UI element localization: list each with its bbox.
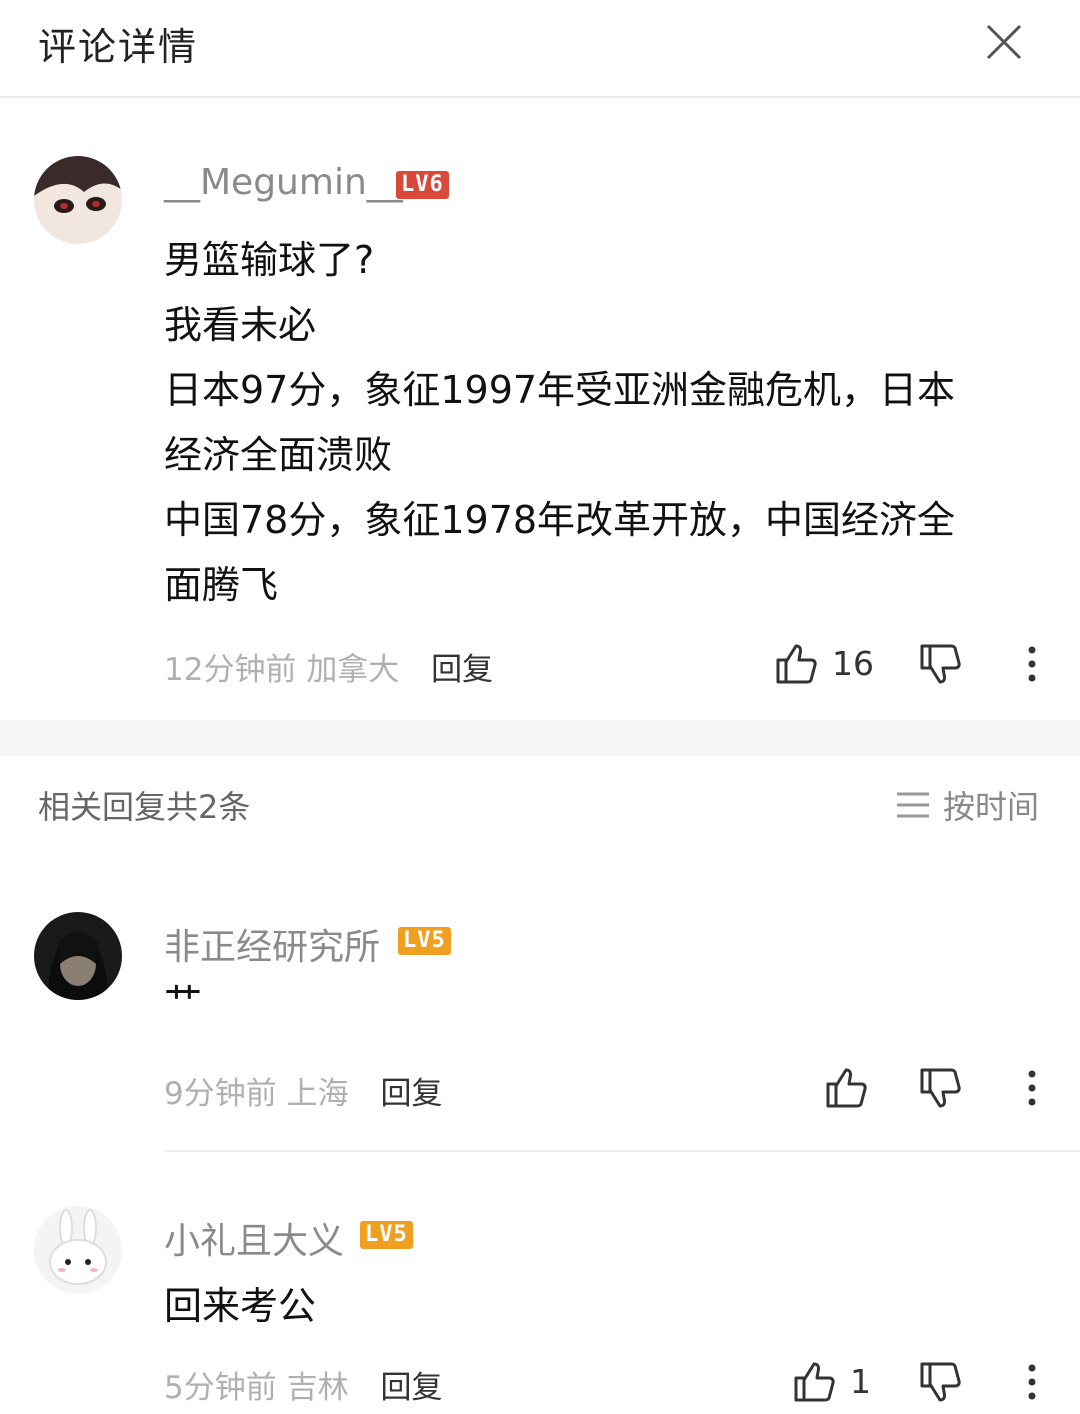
thumbs-up-icon (826, 1068, 867, 1108)
like-count: 1 (850, 1362, 871, 1401)
reply-meta: 9分钟前 上海 回复 (164, 1068, 442, 1113)
more-vertical-icon (1028, 1364, 1036, 1400)
reply-button[interactable]: 回复 (380, 1370, 442, 1406)
reply-body: 艹 (164, 980, 203, 1024)
more-button[interactable] (1008, 1064, 1056, 1112)
section-divider (0, 720, 1080, 756)
dislike-button[interactable] (916, 1358, 964, 1406)
comment-line: 日本97分，象征1997年受亚洲金融危机，日本 (164, 368, 956, 412)
comment-line: 男篮输球了? (164, 238, 375, 282)
thumbs-down-icon (920, 644, 961, 684)
sort-label: 按时间 (943, 788, 1040, 826)
more-vertical-icon (1028, 646, 1036, 682)
sort-toggle[interactable]: 按时间 (895, 782, 1039, 828)
close-button[interactable] (980, 18, 1028, 66)
avatar[interactable] (34, 912, 122, 1000)
thumbs-up-icon (776, 644, 817, 684)
close-icon (986, 24, 1022, 60)
reply-button[interactable]: 回复 (431, 652, 493, 688)
reply-time: 5分钟前 (164, 1370, 277, 1406)
more-vertical-icon (1028, 1070, 1036, 1106)
comment-line: 我看未必 (164, 303, 317, 347)
like-button[interactable] (790, 1358, 838, 1406)
more-button[interactable] (1008, 640, 1056, 688)
thumbs-down-icon (920, 1362, 961, 1402)
like-count: 16 (832, 644, 874, 683)
replies-count-title: 相关回复共2条 (38, 788, 251, 826)
reply-body: 回来考公 (164, 1284, 317, 1328)
dislike-button[interactable] (916, 640, 964, 688)
reply-time: 9分钟前 (164, 1076, 277, 1112)
comment-line: 中国78分，象征1978年改革开放，中国经济全 (164, 498, 956, 542)
level-badge: LV5 (398, 927, 451, 955)
comment-line: 经济全面溃败 (164, 433, 393, 477)
level-badge: LV5 (360, 1221, 413, 1249)
sort-lines-icon (895, 790, 931, 828)
avatar[interactable] (34, 156, 122, 244)
header: 评论详情 (0, 0, 1080, 98)
comment-line: 面腾飞 (164, 563, 279, 607)
reply-username[interactable]: 非正经研究所 (164, 918, 380, 970)
comment-body: 男篮输球了? 我看未必 日本97分，象征1997年受亚洲金融危机，日本 经济全面… (164, 228, 955, 618)
reply-divider (164, 1150, 1080, 1152)
reply-location: 上海 (286, 1076, 349, 1112)
reply-button[interactable]: 回复 (380, 1076, 442, 1112)
comment-username[interactable]: __Megumin__ (164, 162, 403, 203)
comment-location: 加拿大 (306, 652, 400, 688)
reply-username[interactable]: 小礼且大义 (164, 1212, 344, 1264)
dislike-button[interactable] (916, 1064, 964, 1112)
level-badge: LV6 (396, 171, 449, 199)
thumbs-up-icon (794, 1362, 835, 1402)
avatar[interactable] (34, 1206, 122, 1294)
more-button[interactable] (1008, 1358, 1056, 1406)
thumbs-down-icon (920, 1068, 961, 1108)
like-button[interactable] (772, 640, 820, 688)
like-button[interactable] (822, 1064, 870, 1112)
comment-meta: 12分钟前 加拿大 回复 (164, 644, 493, 689)
comment-time: 12分钟前 (164, 652, 297, 688)
page-title: 评论详情 (38, 25, 199, 69)
reply-location: 吉林 (286, 1370, 349, 1406)
reply-meta: 5分钟前 吉林 回复 (164, 1362, 442, 1407)
